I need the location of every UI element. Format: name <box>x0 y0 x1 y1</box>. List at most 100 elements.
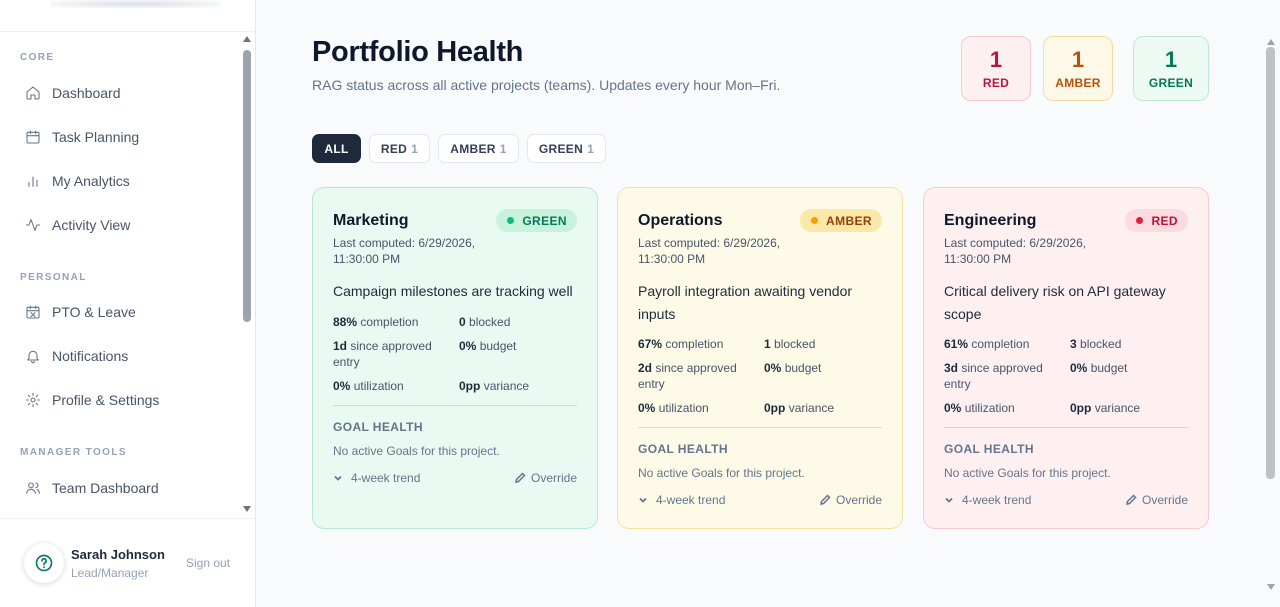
page-scroll-up-arrow[interactable] <box>1267 39 1275 45</box>
calendar-off-icon <box>24 303 42 321</box>
amber-count: 1 <box>1071 46 1085 72</box>
bar-chart-icon <box>24 172 42 190</box>
sidebar-top-shadow <box>50 0 220 8</box>
help-button[interactable] <box>24 543 64 583</box>
filter-count: 1 <box>411 141 419 156</box>
last-computed: Last computed: 6/29/2026, 11:30:00 PM <box>638 236 781 266</box>
sidebar-item-label: Team Dashboard <box>52 480 159 496</box>
sidebar-item-profile-settings[interactable]: Profile & Settings <box>12 382 232 418</box>
metric-completion: 88% completion <box>333 314 418 330</box>
sidebar-item-team-dashboard[interactable]: Team Dashboard <box>12 470 232 506</box>
card-divider <box>638 427 882 428</box>
metric-value: 0% <box>459 339 477 353</box>
metric-value: 3 <box>1070 337 1077 351</box>
metric-label: since approved entry <box>333 339 432 369</box>
amber-count-label: AMBER <box>1055 75 1101 90</box>
trend-label: 4-week trend <box>962 493 1032 507</box>
metric-utilization: 0% utilization <box>944 400 1015 416</box>
metric-value: 67% <box>638 337 663 351</box>
metric-label: utilization <box>964 401 1015 415</box>
metric-blocked: 3 blocked <box>1070 336 1121 352</box>
home-icon <box>24 84 42 102</box>
trend-toggle[interactable]: 4-week trend <box>333 471 420 485</box>
amber-count-box: 1 AMBER <box>1043 36 1113 101</box>
status-dot-icon <box>811 217 818 224</box>
page-scrollbar-thumb[interactable] <box>1266 47 1275 479</box>
filter-label: RED <box>380 141 408 156</box>
metric-value: 0% <box>638 401 656 415</box>
override-button[interactable]: Override <box>819 493 882 507</box>
bell-icon <box>24 347 42 365</box>
metric-utilization: 0% utilization <box>638 400 709 416</box>
sidebar-item-task-planning[interactable]: Task Planning <box>12 119 232 155</box>
card-title: Marketing <box>333 212 409 229</box>
filter-count: 1 <box>499 141 507 156</box>
green-count-label: GREEN <box>1148 75 1194 90</box>
filter-green-button[interactable]: GREEN 1 <box>527 134 606 163</box>
pencil-icon <box>820 494 831 505</box>
project-card-operations[interactable]: Operations AMBER Last computed: 6/29/202… <box>617 187 903 529</box>
project-card-marketing[interactable]: Marketing GREEN Last computed: 6/29/2026… <box>312 187 598 529</box>
sidebar-item-pto-leave[interactable]: PTO & Leave <box>12 294 232 330</box>
filter-amber-button[interactable]: AMBER 1 <box>438 134 519 163</box>
metric-value: 0pp <box>1070 401 1092 415</box>
status-badge: RED <box>1125 209 1188 232</box>
filter-red-button[interactable]: RED 1 <box>369 134 430 163</box>
goal-health-text: No active Goals for this project. <box>944 466 1111 480</box>
sidebar-item-label: Notifications <box>52 348 129 364</box>
metric-utilization: 0% utilization <box>333 378 404 394</box>
sidebar-item-label: My Analytics <box>52 173 130 189</box>
metric-value: 0 <box>459 315 466 329</box>
card-summary: Critical delivery risk on API gateway sc… <box>944 283 1166 322</box>
card-title: Engineering <box>944 212 1037 229</box>
metric-variance: 0pp variance <box>764 400 834 416</box>
metric-value: 0% <box>944 401 962 415</box>
sidebar-item-activity-view[interactable]: Activity View <box>12 207 232 243</box>
red-count-box: 1 RED <box>961 36 1031 101</box>
sidebar-item-notifications[interactable]: Notifications <box>12 338 232 374</box>
sign-out-link[interactable]: Sign out <box>186 556 230 570</box>
metric-label: completion <box>665 337 724 351</box>
override-button[interactable]: Override <box>1125 493 1188 507</box>
project-card-engineering[interactable]: Engineering RED Last computed: 6/29/2026… <box>923 187 1209 529</box>
last-computed: Last computed: 6/29/2026, 11:30:00 PM <box>333 236 476 266</box>
status-badge-label: AMBER <box>826 213 872 228</box>
status-dot-icon <box>1136 217 1144 224</box>
trend-toggle[interactable]: 4-week trend <box>638 493 725 507</box>
card-title: Operations <box>638 212 723 229</box>
red-count: 1 <box>989 46 1003 72</box>
metric-budget: 0% budget <box>459 338 516 354</box>
sidebar-item-label: Task Planning <box>52 129 140 145</box>
goal-health-title: GOAL HEALTH <box>333 420 423 434</box>
metric-value: 0% <box>333 379 351 393</box>
metric-value: 2d <box>638 361 653 375</box>
sidebar-item-my-analytics[interactable]: My Analytics <box>12 163 232 199</box>
page-scroll-down-arrow[interactable] <box>1267 584 1275 590</box>
red-count-label: RED <box>982 75 1010 90</box>
user-card: Sarah Johnson Lead/Manager Sign out <box>24 541 244 585</box>
metric-variance: 0pp variance <box>1070 400 1140 416</box>
pencil-icon <box>515 472 526 483</box>
filter-count: 1 <box>587 141 595 156</box>
sidebar-scroll-up-arrow[interactable] <box>243 36 251 42</box>
section-label-core: CORE <box>20 52 55 63</box>
metric-value: 0% <box>1070 361 1088 375</box>
override-button[interactable]: Override <box>514 471 577 485</box>
sidebar-nav: CORE Dashboard Task Planning My Analytic… <box>0 32 256 518</box>
chevron-down-icon <box>334 475 342 481</box>
metric-blocked: 1 blocked <box>764 336 815 352</box>
sidebar-scroll-down-arrow[interactable] <box>243 506 251 512</box>
filter-label: GREEN <box>538 141 584 156</box>
chevron-down-icon <box>639 497 647 503</box>
metric-label: variance <box>788 401 835 415</box>
sidebar-scrollbar-thumb[interactable] <box>243 50 251 322</box>
metric-label: since approved entry <box>638 361 737 391</box>
user-info: Sarah Johnson Lead/Manager <box>71 547 165 580</box>
activity-icon <box>24 216 42 234</box>
trend-toggle[interactable]: 4-week trend <box>944 493 1031 507</box>
filter-all-button[interactable]: ALL <box>312 134 361 163</box>
chevron-down-icon <box>945 497 953 503</box>
sidebar-item-dashboard[interactable]: Dashboard <box>12 75 232 111</box>
metric-label: blocked <box>1080 337 1122 351</box>
goal-health-text: No active Goals for this project. <box>333 444 500 458</box>
